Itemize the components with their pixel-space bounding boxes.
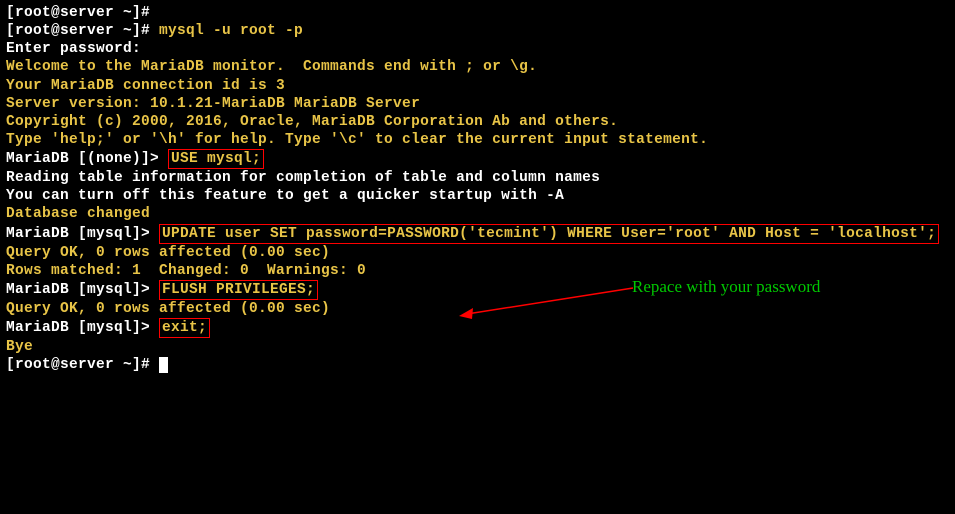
command-line: MariaDB [(none)]> USE mysql; bbox=[6, 149, 949, 169]
output-line: Query OK, 0 rows affected (0.00 sec) bbox=[6, 300, 949, 318]
output-line: Your MariaDB connection id is 3 bbox=[6, 77, 949, 95]
output-line: Bye bbox=[6, 338, 949, 356]
command-line: [root@server ~]# mysql -u root -p bbox=[6, 22, 949, 40]
output-line: Type 'help;' or '\h' for help. Type '\c'… bbox=[6, 131, 949, 149]
output-line: Welcome to the MariaDB monitor. Commands… bbox=[6, 58, 949, 76]
output-line: Enter password: bbox=[6, 40, 949, 58]
prompt: [root@server ~]# bbox=[6, 23, 159, 39]
prompt: MariaDB [mysql]> bbox=[6, 320, 159, 336]
output-line: Query OK, 0 rows affected (0.00 sec) bbox=[6, 244, 949, 262]
terminal-output: [root@server ~]# [root@server ~]# mysql … bbox=[6, 4, 949, 375]
highlighted-command: USE mysql; bbox=[168, 149, 264, 169]
output-line: Reading table information for completion… bbox=[6, 169, 949, 187]
output-line: Server version: 10.1.21-MariaDB MariaDB … bbox=[6, 95, 949, 113]
cursor bbox=[159, 357, 168, 373]
highlighted-command: exit; bbox=[159, 318, 210, 338]
highlighted-command: FLUSH PRIVILEGES; bbox=[159, 280, 318, 300]
command-line: MariaDB [mysql]> exit; bbox=[6, 318, 949, 338]
highlighted-command: UPDATE user SET password=PASSWORD('tecmi… bbox=[159, 224, 939, 244]
prompt-line: [root@server ~]# bbox=[6, 356, 949, 374]
prompt: MariaDB [(none)]> bbox=[6, 151, 168, 167]
prompt-line: [root@server ~]# bbox=[6, 4, 949, 22]
output-line: Copyright (c) 2000, 2016, Oracle, MariaD… bbox=[6, 113, 949, 131]
annotation-text: Repace with your password bbox=[632, 276, 820, 297]
command-text: mysql -u root -p bbox=[159, 23, 303, 39]
output-line: You can turn off this feature to get a q… bbox=[6, 187, 949, 205]
prompt: MariaDB [mysql]> bbox=[6, 226, 159, 242]
command-line: MariaDB [mysql]> UPDATE user SET passwor… bbox=[6, 224, 949, 244]
prompt: MariaDB [mysql]> bbox=[6, 282, 159, 298]
output-line: Database changed bbox=[6, 205, 949, 223]
